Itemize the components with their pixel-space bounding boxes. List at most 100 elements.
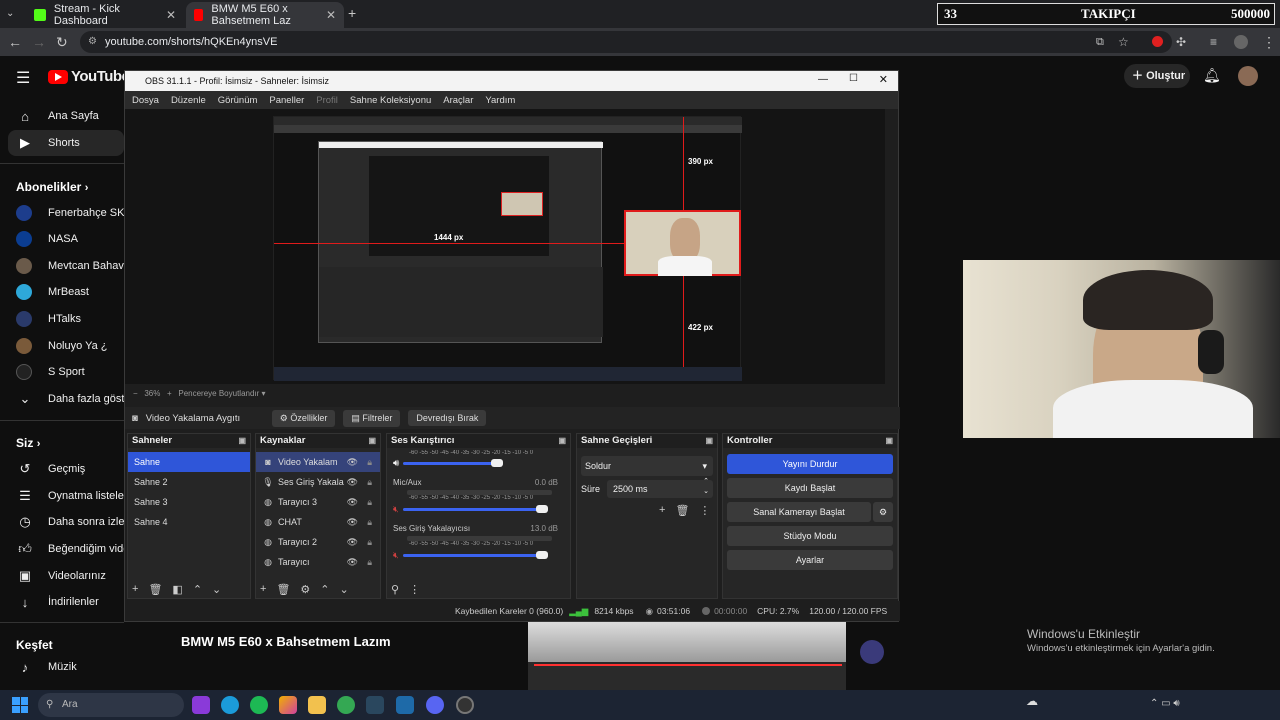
obs-window[interactable]: OBS 31.1.1 - Profil: İsimsiz - Sahneler:… bbox=[124, 70, 900, 622]
eye-icon[interactable]: 👁︎ bbox=[347, 512, 358, 532]
forward-icon[interactable]: → bbox=[32, 34, 46, 50]
lock-icon[interactable]: 🔒︎ bbox=[367, 472, 372, 492]
taskbar-search[interactable]: ⚲ Ara bbox=[38, 693, 184, 717]
eye-icon[interactable]: 👁︎ bbox=[347, 552, 358, 572]
bookmark-icon[interactable]: ☆ bbox=[1118, 34, 1129, 50]
more-icon[interactable]: ⋮ bbox=[699, 504, 710, 517]
tab-search-icon[interactable]: ⌄ bbox=[6, 6, 14, 22]
fit-window-label[interactable]: Pencereye Boyutlandır bbox=[178, 389, 259, 398]
scene-item[interactable]: Sahne 3 bbox=[128, 492, 250, 512]
notifications-icon[interactable]: 🔔︎ bbox=[1203, 67, 1221, 84]
transition-select[interactable]: Soldur ▾ bbox=[581, 456, 713, 476]
new-tab-button[interactable]: + bbox=[348, 5, 356, 21]
install-icon[interactable]: ⧉ bbox=[1096, 34, 1104, 50]
close-icon[interactable]: ✕ bbox=[879, 73, 888, 86]
slider-knob[interactable] bbox=[491, 459, 504, 467]
profile-avatar[interactable] bbox=[1234, 35, 1248, 49]
settings-button[interactable]: Ayarlar bbox=[727, 550, 893, 570]
trash-icon[interactable]: 🗑︎ bbox=[148, 583, 162, 596]
tray-icons[interactable]: ⌃ ▭ 🔊︎ bbox=[1150, 698, 1180, 709]
app-icon[interactable] bbox=[192, 696, 210, 714]
sidebar-item-playlists[interactable]: ☰ Oynatma listeleri bbox=[16, 485, 130, 507]
sidebar-item-shorts[interactable]: ▶ Shorts bbox=[16, 132, 80, 154]
more-icon[interactable]: ⋮ bbox=[409, 583, 420, 596]
lock-icon[interactable]: 🔒︎ bbox=[367, 552, 372, 572]
lock-icon[interactable]: 🔒︎ bbox=[367, 492, 372, 512]
source-item[interactable]: ◍ Tarayıcı 3 👁︎ 🔒︎ bbox=[256, 492, 380, 512]
move-down-icon[interactable]: ⌄ bbox=[212, 583, 221, 596]
add-icon[interactable]: + bbox=[132, 583, 138, 596]
zoom-in-icon[interactable]: + bbox=[167, 389, 172, 398]
link-icon[interactable]: ⚲ bbox=[391, 583, 399, 596]
obs-icon[interactable] bbox=[456, 696, 474, 714]
avatar[interactable] bbox=[1238, 66, 1258, 86]
eye-icon[interactable]: 👁︎ bbox=[347, 452, 358, 472]
menu-item[interactable]: Düzenle bbox=[168, 95, 209, 106]
channel-avatar[interactable] bbox=[860, 640, 884, 664]
sidebar-item-your-videos[interactable]: ▣ Videolarınız bbox=[16, 565, 106, 587]
studio-mode-button[interactable]: Stüdyo Modu bbox=[727, 526, 893, 546]
undock-icon[interactable]: ▣ bbox=[238, 434, 246, 448]
subscriptions-heading[interactable]: Abonelikler › bbox=[16, 180, 88, 194]
undock-icon[interactable]: ▣ bbox=[558, 434, 566, 448]
channel-item[interactable]: MrBeast bbox=[16, 281, 89, 303]
shorts-video-frame[interactable] bbox=[528, 622, 846, 690]
eye-icon[interactable]: 👁︎ bbox=[347, 492, 358, 512]
windows-start-icon[interactable] bbox=[12, 697, 28, 713]
channel-item[interactable]: Mevtcan Bahav bbox=[16, 255, 124, 277]
url-field[interactable]: ⚙ youtube.com/shorts/hQKEn4ynsVE bbox=[80, 31, 1172, 53]
site-info-icon[interactable]: ⚙ bbox=[88, 31, 97, 53]
steam-icon[interactable] bbox=[366, 696, 384, 714]
source-item[interactable]: ◍ Tarayıcı 👁︎ 🔒︎ bbox=[256, 552, 380, 572]
minimize-icon[interactable]: — bbox=[818, 74, 828, 85]
hamburger-icon[interactable]: ☰ bbox=[16, 68, 30, 88]
virtual-camera-settings-button[interactable]: ⚙ bbox=[873, 502, 893, 522]
slider-knob[interactable] bbox=[535, 551, 548, 559]
lock-icon[interactable]: 🔒︎ bbox=[367, 532, 372, 552]
menu-item[interactable]: Araçlar bbox=[440, 95, 476, 106]
obs-preview-canvas[interactable]: 390 px 422 px 1444 px bbox=[273, 116, 742, 381]
eye-icon[interactable]: 👁︎ bbox=[347, 532, 358, 552]
muted-speaker-icon[interactable]: 🔇︎ bbox=[393, 550, 399, 561]
channel-item[interactable]: Fenerbahçe SK bbox=[16, 202, 124, 224]
app-icon[interactable] bbox=[279, 696, 297, 714]
create-button[interactable]: ＋ Oluştur bbox=[1124, 64, 1190, 88]
edge-icon[interactable] bbox=[221, 696, 239, 714]
menu-icon[interactable]: ⋮ bbox=[1262, 34, 1276, 50]
sidebar-item-downloads[interactable]: ↓ İndirilenler bbox=[16, 591, 99, 613]
selected-webcam-source[interactable] bbox=[624, 210, 741, 276]
reload-icon[interactable]: ↻ bbox=[56, 34, 68, 50]
undock-icon[interactable]: ▣ bbox=[885, 434, 893, 448]
mic-volume-slider[interactable] bbox=[402, 505, 548, 513]
lock-icon[interactable]: 🔒︎ bbox=[367, 512, 372, 532]
stop-stream-button[interactable]: Yayını Durdur bbox=[727, 454, 893, 474]
close-icon[interactable]: ✕ bbox=[326, 8, 336, 22]
menu-item[interactable]: Dosya bbox=[129, 95, 162, 106]
chrome-icon[interactable] bbox=[337, 696, 355, 714]
lock-icon[interactable]: 🔒︎ bbox=[367, 452, 372, 472]
discord-icon[interactable] bbox=[426, 696, 444, 714]
speaker-icon[interactable]: 🔊︎ bbox=[393, 458, 399, 469]
filter-icon[interactable]: ◧ bbox=[172, 583, 182, 596]
sidebar-item-history[interactable]: ↺ Geçmiş bbox=[16, 458, 86, 480]
sidebar-item-home[interactable]: ⌂ Ana Sayfa bbox=[16, 105, 99, 127]
slider-knob[interactable] bbox=[535, 505, 548, 513]
capture-volume-slider[interactable] bbox=[402, 551, 548, 559]
channel-item[interactable]: NASA bbox=[16, 228, 78, 250]
undock-icon[interactable]: ▣ bbox=[368, 434, 376, 448]
menu-item[interactable]: Görünüm bbox=[215, 95, 261, 106]
spotify-icon[interactable] bbox=[250, 696, 268, 714]
app-icon[interactable] bbox=[396, 696, 414, 714]
scene-item[interactable]: Sahne bbox=[128, 452, 250, 472]
undock-icon[interactable]: ▣ bbox=[705, 434, 713, 448]
extension-icon[interactable] bbox=[1152, 36, 1163, 47]
show-more-button[interactable]: ⌄ Daha fazla göster bbox=[16, 388, 135, 410]
tab-kick[interactable]: Stream - Kick Dashboard ✕ bbox=[26, 2, 184, 28]
back-icon[interactable]: ← bbox=[8, 34, 22, 50]
you-heading[interactable]: Siz › bbox=[16, 436, 40, 450]
close-icon[interactable]: ✕ bbox=[166, 8, 176, 22]
start-recording-button[interactable]: Kaydı Başlat bbox=[727, 478, 893, 498]
media-icon[interactable]: ≡ bbox=[1210, 34, 1217, 50]
scene-item[interactable]: Sahne 2 bbox=[128, 472, 250, 492]
add-icon[interactable]: + bbox=[659, 504, 665, 517]
